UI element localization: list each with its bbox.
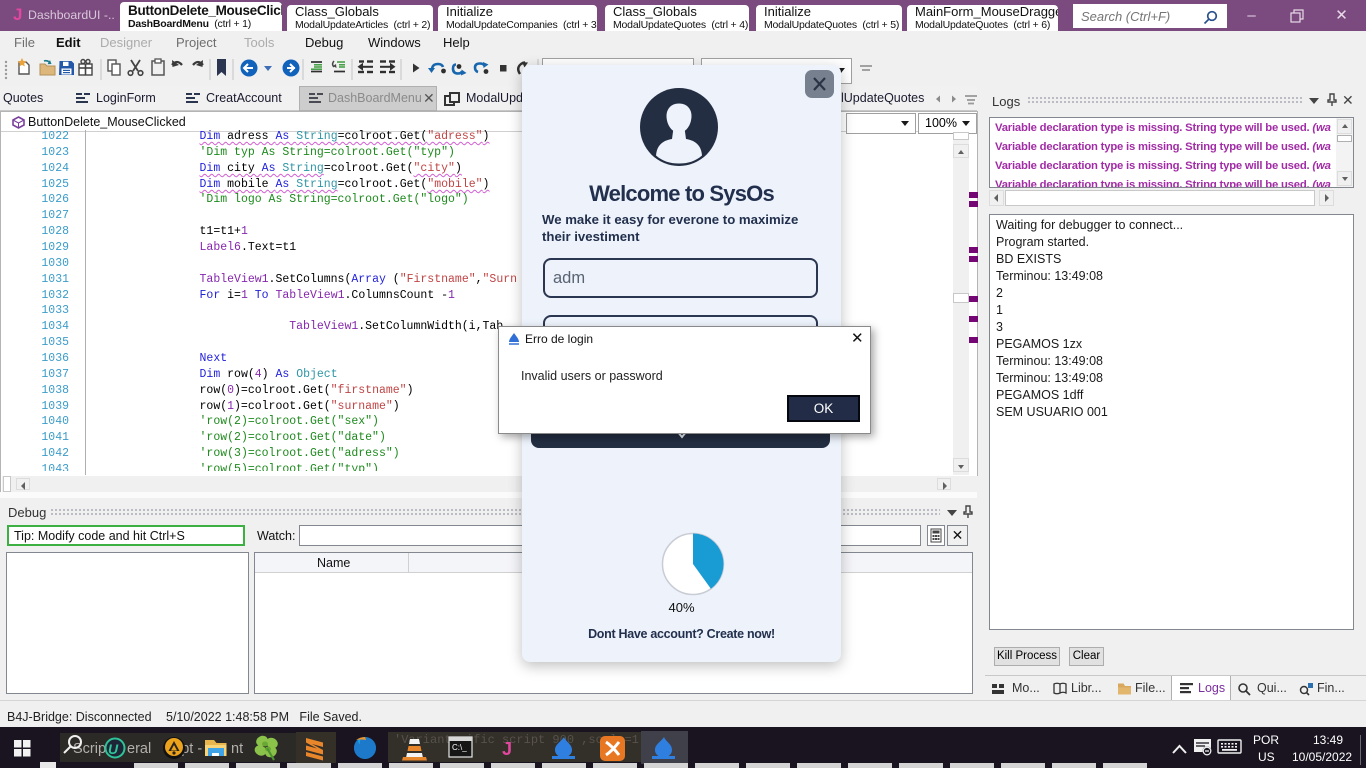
svg-text:13:49: 13:49: [1313, 733, 1343, 747]
svg-text:U: U: [108, 741, 119, 757]
svg-text:eral: eral: [127, 741, 151, 757]
svg-text:US: US: [1258, 750, 1275, 764]
svg-text:C:\_: C:\_: [452, 743, 467, 752]
svg-text:10/05/2022: 10/05/2022: [1292, 750, 1352, 764]
svg-text:POR: POR: [1253, 733, 1279, 747]
svg-text:J: J: [502, 739, 512, 759]
svg-text:nt: nt: [231, 741, 243, 757]
